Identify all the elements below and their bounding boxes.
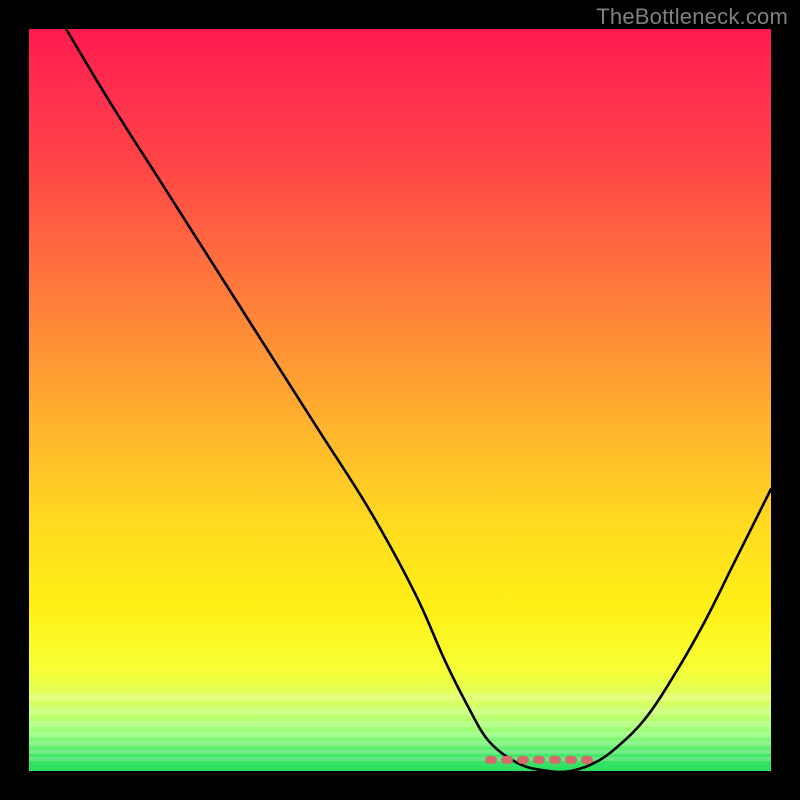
gradient-band: [29, 732, 771, 737]
gradient-band: [29, 693, 771, 701]
watermark-text: TheBottleneck.com: [596, 4, 788, 30]
curve-layer: [29, 29, 771, 771]
gradient-band: [29, 721, 771, 727]
gradient-band: [29, 750, 771, 754]
gradient-band: [29, 741, 771, 746]
gradient-band: [29, 757, 771, 761]
plot-area: [29, 29, 771, 771]
gradient-band: [29, 708, 771, 715]
chart-frame: TheBottleneck.com: [0, 0, 800, 800]
bottleneck-curve-path: [66, 29, 771, 771]
